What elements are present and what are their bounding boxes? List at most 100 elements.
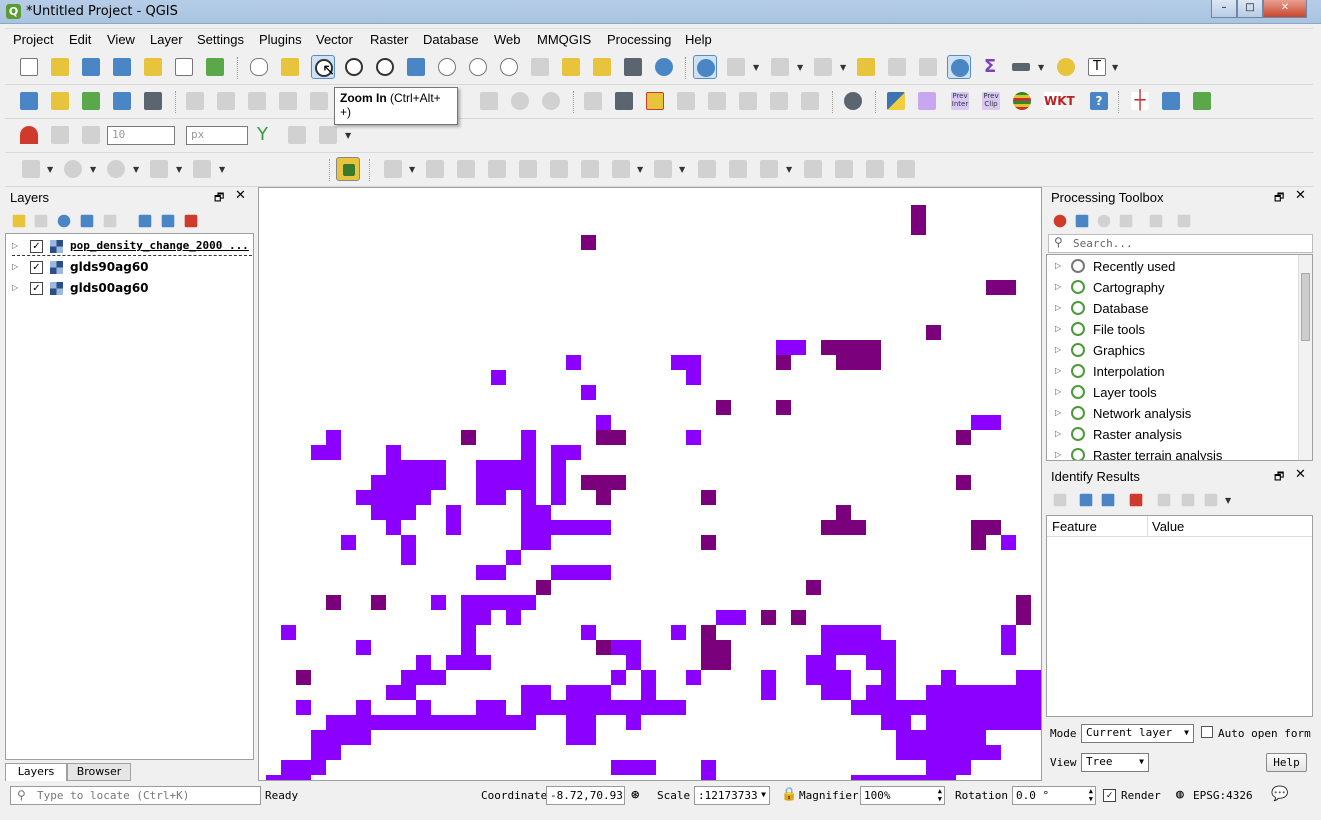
- pan-map-button[interactable]: [247, 55, 271, 79]
- offset-curve-button[interactable]: [695, 157, 719, 181]
- georeferencer-button[interactable]: [1190, 89, 1214, 113]
- manage-visibility-button[interactable]: [52, 209, 76, 233]
- add-polygon-button[interactable]: [190, 157, 214, 181]
- mode-select[interactable]: Current layer ▼: [1081, 724, 1194, 743]
- column-feature[interactable]: Feature: [1052, 519, 1097, 534]
- chevron-down-icon[interactable]: ▼: [47, 165, 53, 174]
- expand-arrow-icon[interactable]: ▷: [1055, 303, 1061, 312]
- auto-open-form-checkbox[interactable]: [1201, 726, 1213, 738]
- expand-new-button[interactable]: [1096, 488, 1120, 512]
- close-panel-icon[interactable]: ✕: [235, 188, 246, 203]
- snap-unit-select[interactable]: px: [186, 126, 248, 145]
- style-panel-button[interactable]: [7, 209, 31, 233]
- collapse-tree-button[interactable]: [1074, 488, 1098, 512]
- chevron-down-icon[interactable]: ▼: [797, 63, 803, 72]
- remove-layer-button[interactable]: [179, 209, 203, 233]
- menu-layer[interactable]: Layer: [150, 32, 183, 47]
- reshape-button[interactable]: [651, 157, 675, 181]
- save-edits-button[interactable]: [245, 89, 269, 113]
- rotate-point-symbols-button[interactable]: [863, 157, 887, 181]
- merge-attributes-button[interactable]: [832, 157, 856, 181]
- menu-web[interactable]: Web: [494, 32, 521, 47]
- column-value[interactable]: Value: [1152, 519, 1184, 534]
- close-panel-icon[interactable]: ✕: [1295, 188, 1306, 203]
- zoom-to-selection-button[interactable]: [435, 55, 459, 79]
- layer-labeling-button[interactable]: [612, 89, 636, 113]
- snap-tolerance-input[interactable]: 10: [107, 126, 175, 145]
- expand-arrow-icon[interactable]: ▷: [12, 283, 18, 292]
- menu-plugins[interactable]: Plugins: [259, 32, 302, 47]
- float-panel-icon[interactable]: 🗗: [1274, 189, 1284, 208]
- vertex-tool-button[interactable]: [307, 89, 331, 113]
- layer-row[interactable]: ▷ ✓ pop_density_change_2000 ...: [12, 236, 252, 256]
- add-vector-layer-button[interactable]: [79, 89, 103, 113]
- float-panel-icon[interactable]: 🗗: [214, 189, 224, 208]
- layout-manager-button[interactable]: [172, 55, 196, 79]
- layer-row[interactable]: ▷ ✓ glds90ag60: [12, 257, 252, 277]
- chevron-down-icon[interactable]: ▼: [1038, 63, 1044, 72]
- capture-plugin-button[interactable]: [841, 89, 865, 113]
- menu-database[interactable]: Database: [423, 32, 479, 47]
- plugin-button[interactable]: [336, 157, 360, 181]
- attribute-table-button[interactable]: [885, 55, 909, 79]
- select-features-button[interactable]: [768, 55, 792, 79]
- expand-arrow-icon[interactable]: ▷: [1055, 387, 1061, 396]
- expand-all-button[interactable]: [133, 209, 157, 233]
- undo-button[interactable]: [508, 89, 532, 113]
- intersection-button[interactable]: [285, 123, 309, 147]
- add-part-button[interactable]: [516, 157, 540, 181]
- zoom-out-button[interactable]: [342, 55, 366, 79]
- maximize-button[interactable]: □: [1237, 0, 1263, 18]
- chevron-down-icon[interactable]: ▼: [409, 165, 415, 174]
- filter-legend-button[interactable]: [75, 209, 99, 233]
- chevron-down-icon[interactable]: ▼: [219, 165, 225, 174]
- self-snapping-button[interactable]: [316, 123, 340, 147]
- print-results-button[interactable]: [1176, 488, 1200, 512]
- tracing-button[interactable]: Y: [254, 123, 278, 147]
- menu-help[interactable]: Help: [685, 32, 712, 47]
- layer-visibility-checkbox[interactable]: ✓: [30, 261, 43, 274]
- view-select[interactable]: Tree ▼: [1081, 753, 1149, 772]
- chevron-down-icon[interactable]: ▼: [1112, 63, 1118, 72]
- save-project-button[interactable]: [79, 55, 103, 79]
- rotate-label-button[interactable]: [767, 89, 791, 113]
- expand-arrow-icon[interactable]: ▷: [1055, 429, 1061, 438]
- expand-arrow-icon[interactable]: ▷: [12, 241, 18, 250]
- map-tips-button[interactable]: [1054, 55, 1078, 79]
- processing-search-input[interactable]: ⚲ Search...: [1048, 234, 1313, 253]
- save-as-button[interactable]: [110, 55, 134, 79]
- scale-select[interactable]: :12173733 ▼: [694, 786, 770, 805]
- deselect-button[interactable]: [854, 55, 878, 79]
- refresh-button[interactable]: [652, 55, 676, 79]
- messages-icon[interactable]: 💬: [1271, 786, 1288, 802]
- help-button[interactable]: Help: [1266, 753, 1307, 772]
- chevron-down-icon[interactable]: ▼: [1225, 496, 1231, 505]
- split-features-button[interactable]: [726, 157, 750, 181]
- menu-view[interactable]: View: [107, 32, 135, 47]
- highlight-label-button[interactable]: [643, 89, 667, 113]
- expand-tree-button[interactable]: [1048, 488, 1072, 512]
- actions-button[interactable]: [724, 55, 748, 79]
- spin-arrows-icon[interactable]: ▲ ▼: [938, 787, 942, 803]
- magnifier-spinbox[interactable]: 100% ▲ ▼: [860, 786, 945, 805]
- chevron-down-icon[interactable]: ▼: [786, 165, 792, 174]
- open-project-button[interactable]: [48, 55, 72, 79]
- select-by-value-button[interactable]: [811, 55, 835, 79]
- snap-topology-button[interactable]: [48, 123, 72, 147]
- processing-toolbox-button[interactable]: [947, 55, 971, 79]
- prev-clip-button[interactable]: Prev Clip: [979, 89, 1003, 113]
- add-circle-button[interactable]: [61, 157, 85, 181]
- identify-settings-button[interactable]: [1199, 488, 1223, 512]
- menu-project[interactable]: Project: [13, 32, 53, 47]
- map-canvas[interactable]: [258, 187, 1042, 781]
- add-raster-layer-button[interactable]: [110, 89, 134, 113]
- close-panel-icon[interactable]: ✕: [1295, 467, 1306, 482]
- chevron-down-icon[interactable]: ▼: [679, 165, 685, 174]
- zoom-to-layer-button[interactable]: [466, 55, 490, 79]
- chevron-down-icon[interactable]: ▼: [133, 165, 139, 174]
- menu-vector[interactable]: Vector: [316, 32, 353, 47]
- prev-inter-button[interactable]: Prev Inter: [948, 89, 972, 113]
- redo-button[interactable]: [539, 89, 563, 113]
- add-circular-string-button[interactable]: [19, 157, 43, 181]
- pan-to-selection-button[interactable]: [278, 55, 302, 79]
